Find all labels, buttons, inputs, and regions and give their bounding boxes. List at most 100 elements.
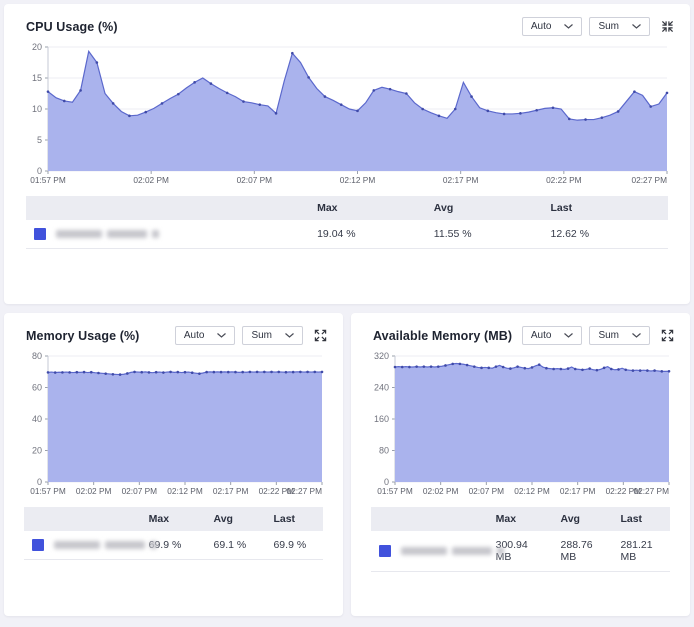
aggregation-select[interactable]: Sum xyxy=(589,326,650,345)
chevron-down-icon xyxy=(217,333,226,338)
svg-text:5: 5 xyxy=(37,135,42,145)
svg-text:02:02 PM: 02:02 PM xyxy=(76,486,112,496)
series-color-swatch xyxy=(379,545,391,557)
svg-text:02:07 PM: 02:07 PM xyxy=(237,175,273,185)
avg-value: 11.55 % xyxy=(426,220,543,249)
chevron-down-icon xyxy=(632,333,641,338)
series-label-redacted xyxy=(401,547,504,555)
last-value: 281.21 MB xyxy=(612,531,670,572)
series-color-swatch xyxy=(34,228,46,240)
legend-header-row: Max Avg Last xyxy=(26,196,668,220)
chart-controls: Auto Sum xyxy=(175,326,329,345)
legend-table: Max Avg Last 69.9 % 69.1 % 69.9 % xyxy=(24,507,323,560)
svg-text:40: 40 xyxy=(32,414,42,424)
collapse-chart-button[interactable] xyxy=(659,18,676,35)
compress-icon xyxy=(661,20,674,33)
col-last: Last xyxy=(265,507,323,531)
series-color-swatch xyxy=(32,539,44,551)
series-name-cell xyxy=(371,531,488,572)
svg-text:01:57 PM: 01:57 PM xyxy=(30,175,66,185)
col-avg: Avg xyxy=(553,507,613,531)
svg-text:20: 20 xyxy=(32,42,42,52)
svg-text:240: 240 xyxy=(374,383,389,393)
legend-row[interactable]: 69.9 % 69.1 % 69.9 % xyxy=(24,531,323,560)
chart-controls: Auto Sum xyxy=(522,326,676,345)
col-avg: Avg xyxy=(206,507,266,531)
svg-text:02:27 PM: 02:27 PM xyxy=(286,486,322,496)
svg-text:20: 20 xyxy=(32,446,42,456)
aggregation-select[interactable]: Sum xyxy=(242,326,303,345)
col-avg: Avg xyxy=(426,196,543,220)
panel-memory-usage: Memory Usage (%) Auto Sum xyxy=(4,313,343,616)
aggregation-select-value: Sum xyxy=(251,330,272,341)
svg-text:01:57 PM: 01:57 PM xyxy=(30,486,66,496)
col-last: Last xyxy=(612,507,670,531)
col-series xyxy=(24,507,141,531)
chevron-down-icon xyxy=(632,24,641,29)
svg-text:80: 80 xyxy=(32,351,42,361)
panel-title: CPU Usage (%) xyxy=(26,20,118,34)
col-series xyxy=(371,507,488,531)
memory-usage-chart: 02040608001:57 PM02:02 PM02:07 PM02:12 P… xyxy=(18,349,331,501)
svg-text:02:17 PM: 02:17 PM xyxy=(213,486,249,496)
svg-text:02:12 PM: 02:12 PM xyxy=(167,486,203,496)
chevron-down-icon xyxy=(564,24,573,29)
svg-text:320: 320 xyxy=(374,351,389,361)
bottom-row: Memory Usage (%) Auto Sum xyxy=(4,313,690,616)
legend-header-row: Max Avg Last xyxy=(24,507,323,531)
svg-text:02:02 PM: 02:02 PM xyxy=(423,486,459,496)
legend-header-row: Max Avg Last xyxy=(371,507,670,531)
interval-select[interactable]: Auto xyxy=(522,17,583,36)
interval-select-value: Auto xyxy=(531,21,552,32)
available-memory-chart: 08016024032001:57 PM02:02 PM02:07 PM02:1… xyxy=(365,349,678,501)
expand-chart-button[interactable] xyxy=(312,327,329,344)
cpu-usage-chart: 0510152001:57 PM02:02 PM02:07 PM02:12 PM… xyxy=(18,40,676,190)
svg-text:02:22 PM: 02:22 PM xyxy=(546,175,582,185)
svg-text:02:17 PM: 02:17 PM xyxy=(560,486,596,496)
svg-text:02:27 PM: 02:27 PM xyxy=(633,486,669,496)
expand-icon xyxy=(661,329,674,342)
panel-header: Memory Usage (%) Auto Sum xyxy=(4,313,343,347)
svg-text:02:12 PM: 02:12 PM xyxy=(340,175,376,185)
panel-title: Available Memory (MB) xyxy=(373,329,512,343)
interval-select-value: Auto xyxy=(184,330,205,341)
series-name-cell xyxy=(26,220,309,249)
expand-chart-button[interactable] xyxy=(659,327,676,344)
col-max: Max xyxy=(488,507,553,531)
svg-text:15: 15 xyxy=(32,73,42,83)
panel-header: CPU Usage (%) Auto Sum xyxy=(4,4,690,38)
col-max: Max xyxy=(141,507,206,531)
svg-text:02:02 PM: 02:02 PM xyxy=(133,175,169,185)
expand-icon xyxy=(314,329,327,342)
series-label-redacted xyxy=(54,541,157,549)
svg-text:02:07 PM: 02:07 PM xyxy=(469,486,505,496)
max-value: 19.04 % xyxy=(309,220,426,249)
interval-select[interactable]: Auto xyxy=(175,326,236,345)
series-name-cell xyxy=(24,531,141,560)
svg-text:02:27 PM: 02:27 PM xyxy=(631,175,667,185)
series-label-redacted xyxy=(56,230,159,238)
svg-text:80: 80 xyxy=(379,446,389,456)
panel-cpu-usage: CPU Usage (%) Auto Sum 0510152001:57 PM0… xyxy=(4,4,690,304)
legend-row[interactable]: 19.04 % 11.55 % 12.62 % xyxy=(26,220,668,249)
chevron-down-icon xyxy=(285,333,294,338)
aggregation-select[interactable]: Sum xyxy=(589,17,650,36)
avg-value: 288.76 MB xyxy=(553,531,613,572)
aggregation-select-value: Sum xyxy=(598,330,619,341)
chevron-down-icon xyxy=(564,333,573,338)
metrics-dashboard: CPU Usage (%) Auto Sum 0510152001:57 PM0… xyxy=(4,4,690,616)
legend-row[interactable]: 300.94 MB 288.76 MB 281.21 MB xyxy=(371,531,670,572)
avg-value: 69.1 % xyxy=(206,531,266,560)
last-value: 69.9 % xyxy=(265,531,323,560)
svg-text:02:07 PM: 02:07 PM xyxy=(122,486,158,496)
svg-text:160: 160 xyxy=(374,414,389,424)
panel-header: Available Memory (MB) Auto Sum xyxy=(351,313,690,347)
svg-text:10: 10 xyxy=(32,104,42,114)
interval-select[interactable]: Auto xyxy=(522,326,583,345)
svg-text:01:57 PM: 01:57 PM xyxy=(377,486,413,496)
legend-table: Max Avg Last 300.94 MB 288.76 MB 281.21 … xyxy=(371,507,670,572)
legend-table: Max Avg Last 19.04 % 11.55 % 12.62 % xyxy=(26,196,668,249)
svg-text:60: 60 xyxy=(32,383,42,393)
col-last: Last xyxy=(543,196,669,220)
interval-select-value: Auto xyxy=(531,330,552,341)
